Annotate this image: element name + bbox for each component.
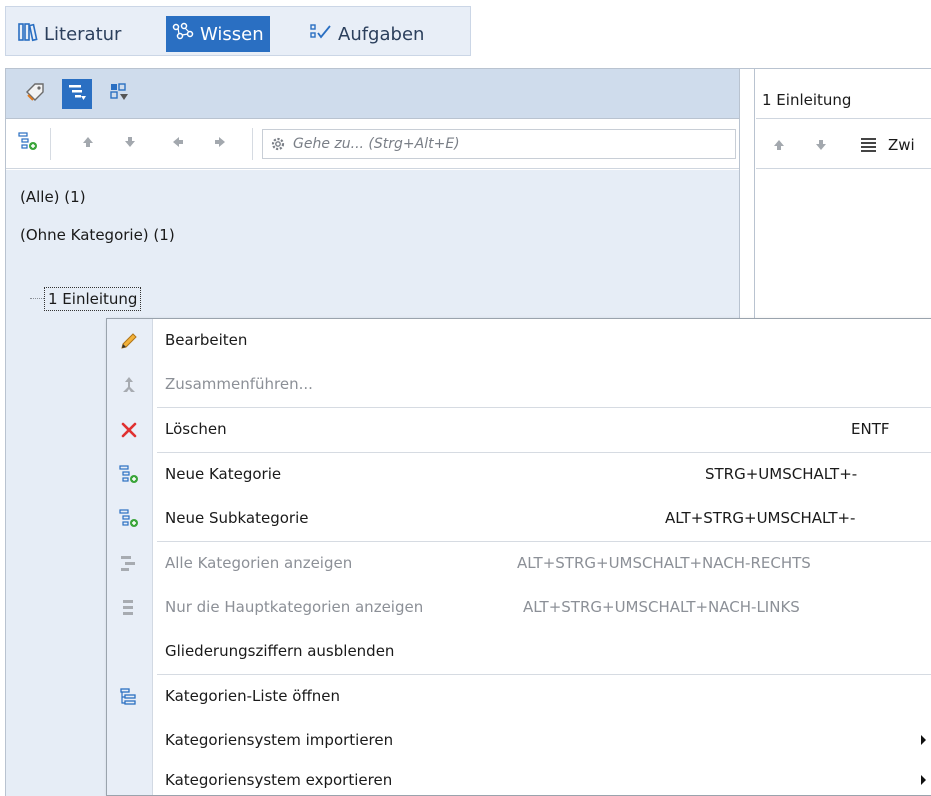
- move-left-button[interactable]: [168, 134, 188, 154]
- category-tree-icon: [67, 82, 87, 106]
- category-list-icon: [119, 687, 139, 707]
- merge-icon: [119, 375, 139, 395]
- arrow-down-icon: [123, 135, 137, 153]
- context-menu: Bearbeiten Zusammenführen... Löschen ENT…: [106, 318, 931, 796]
- menu-item-kategoriensystem-importieren[interactable]: Kategoriensystem importieren: [107, 719, 931, 763]
- menu-item-shortcut: STRG+UMSCHALT+-: [705, 465, 858, 483]
- menu-item-neue-subkategorie[interactable]: Neue Subkategorie ALT+STRG+UMSCHALT+-: [107, 497, 931, 541]
- category-panel-header: [6, 69, 739, 119]
- menu-item-label: Bearbeiten: [165, 331, 248, 349]
- submenu-arrow-icon: [921, 735, 926, 745]
- books-icon: [18, 22, 38, 47]
- menu-item-gliederungsziffern-ausblenden[interactable]: Gliederungsziffern ausblenden: [107, 630, 931, 674]
- arrow-left-icon: [171, 135, 185, 153]
- menu-item-neue-kategorie[interactable]: Neue Kategorie STRG+UMSCHALT+-: [107, 453, 931, 497]
- menu-item-kategoriensystem-exportieren[interactable]: Kategoriensystem exportieren: [107, 759, 931, 796]
- tab-wissen-label: Wissen: [200, 23, 264, 45]
- tree-item-alle[interactable]: (Alle) (1): [20, 188, 86, 206]
- move-down-button[interactable]: [120, 134, 140, 154]
- menu-item-kategorien-liste-oeffnen[interactable]: Kategorien-Liste öffnen: [107, 675, 931, 719]
- menu-item-label: Zusammenführen...: [165, 375, 313, 393]
- menu-item-label: Nur die Hauptkategorien anzeigen: [165, 598, 424, 616]
- detail-panel-title: 1 Einleitung: [762, 91, 852, 109]
- submenu-arrow-icon: [921, 775, 926, 785]
- module-tab-strip: Literatur Wissen Aufgaben: [5, 6, 471, 56]
- detail-panel-header: 1 Einleitung: [756, 69, 931, 119]
- menu-item-label: Kategoriensystem exportieren: [165, 771, 393, 789]
- goto-input[interactable]: [293, 133, 723, 155]
- menu-item-label: Gliederungsziffern ausblenden: [165, 642, 395, 660]
- menu-item-zusammenfuehren[interactable]: Zusammenführen...: [107, 363, 931, 407]
- menu-item-alle-kategorien-anzeigen[interactable]: Alle Kategorien anzeigen ALT+STRG+UMSCHA…: [107, 542, 931, 586]
- tag-view-button[interactable]: [20, 79, 50, 109]
- category-toolbar: [6, 120, 739, 169]
- add-subcategory-icon: [119, 509, 139, 529]
- menu-item-shortcut: ALT+STRG+UMSCHALT+NACH-RECHTS: [517, 554, 811, 572]
- menu-item-label: Löschen: [165, 420, 227, 438]
- category-filter-view-button[interactable]: [104, 79, 134, 109]
- tab-literatur-label: Literatur: [44, 23, 122, 45]
- tree-connector-line: [30, 298, 44, 299]
- toolbar-separator: [50, 128, 51, 160]
- menu-item-label: Alle Kategorien anzeigen: [165, 554, 353, 572]
- detail-toolbar: Zwi: [756, 120, 931, 169]
- pencil-icon: [119, 331, 139, 351]
- menu-item-shortcut: ALT+STRG+UMSCHALT+NACH-LINKS: [523, 598, 800, 616]
- menu-item-bearbeiten[interactable]: Bearbeiten: [107, 319, 931, 363]
- menu-item-label: Neue Kategorie: [165, 465, 282, 483]
- arrow-up-icon[interactable]: [772, 138, 786, 156]
- gear-icon: [269, 135, 287, 153]
- category-tree-view-button[interactable]: [62, 79, 92, 109]
- collapse-categories-icon: [119, 598, 139, 618]
- menu-item-nur-hauptkategorien[interactable]: Nur die Hauptkategorien anzeigen ALT+STR…: [107, 586, 931, 630]
- tab-literatur[interactable]: Literatur: [12, 16, 127, 52]
- add-category-icon: [18, 132, 38, 156]
- category-filter-icon: [109, 82, 129, 106]
- tab-wissen[interactable]: Wissen: [166, 16, 270, 52]
- menu-item-label: Neue Subkategorie: [165, 509, 309, 527]
- lines-icon[interactable]: [860, 136, 878, 158]
- goto-field[interactable]: [262, 129, 736, 159]
- menu-item-label: Kategorien-Liste öffnen: [165, 687, 341, 705]
- tree-item-einleitung[interactable]: 1 Einleitung: [44, 287, 142, 311]
- arrow-right-icon: [213, 135, 227, 153]
- knowledge-network-icon: [172, 22, 194, 47]
- menu-item-label: Kategoriensystem importieren: [165, 731, 394, 749]
- menu-item-shortcut: ENTF: [851, 420, 890, 438]
- expand-categories-icon: [119, 554, 139, 574]
- tree-item-ohne-kategorie[interactable]: (Ohne Kategorie) (1): [20, 226, 175, 244]
- tab-aufgaben-label: Aufgaben: [338, 23, 425, 45]
- move-right-button[interactable]: [210, 134, 230, 154]
- tasks-icon: [310, 22, 332, 47]
- move-up-button[interactable]: [78, 134, 98, 154]
- add-category-icon: [119, 465, 139, 485]
- arrow-down-icon[interactable]: [814, 138, 828, 156]
- menu-item-loeschen[interactable]: Löschen ENTF: [107, 408, 931, 452]
- delete-x-icon: [119, 420, 139, 440]
- tag-icon: [24, 81, 46, 107]
- detail-toolbar-label[interactable]: Zwi: [888, 136, 915, 154]
- new-category-toolbar-button[interactable]: [18, 132, 38, 156]
- toolbar-separator: [252, 128, 253, 160]
- tab-aufgaben[interactable]: Aufgaben: [304, 16, 430, 52]
- menu-item-shortcut: ALT+STRG+UMSCHALT+-: [665, 509, 856, 527]
- arrow-up-icon: [81, 135, 95, 153]
